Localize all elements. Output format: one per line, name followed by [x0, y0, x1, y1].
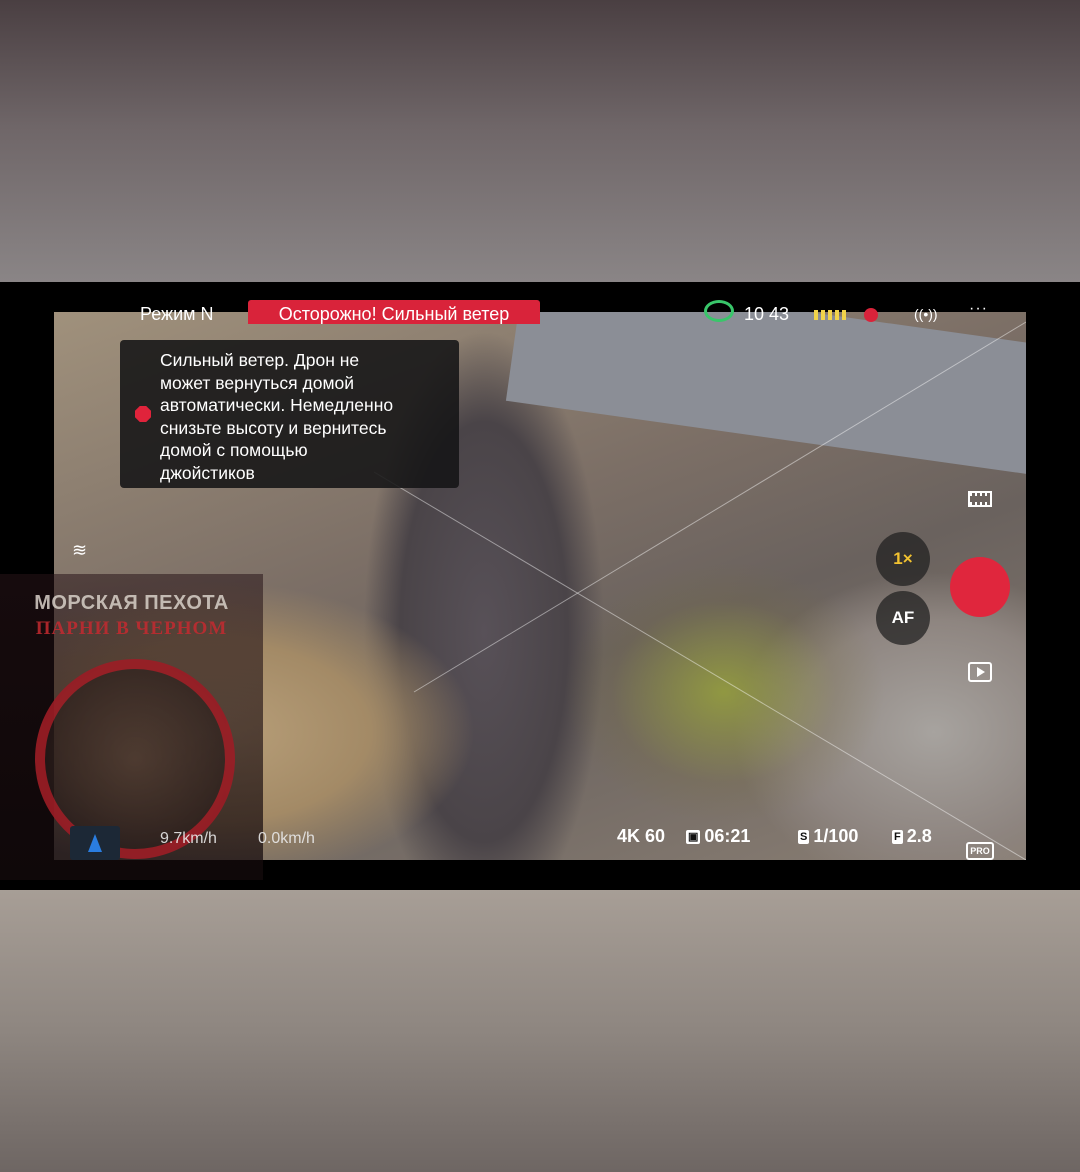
playback-icon[interactable] [968, 662, 992, 682]
pro-mode-button[interactable]: PRO [966, 842, 994, 860]
wifi-icon: ((•)) [914, 306, 938, 322]
more-options-icon[interactable]: ··· [969, 300, 988, 318]
aperture-value: 2.8 [906, 826, 932, 846]
storage-icon: ▣ [686, 830, 701, 844]
resolution-label: 4K 60 [617, 826, 666, 846]
camera-mode-icon[interactable] [968, 491, 992, 507]
shutter-speed[interactable]: S 1/100 [798, 826, 858, 847]
flight-time-label: 10 43 [744, 304, 790, 324]
vertical-speed: 0.0km/h [258, 830, 315, 847]
wind-alert-popup[interactable]: Сильный ветер. Дрон не может вернуться д… [120, 340, 459, 488]
horizontal-speed: 9.7km/h [160, 830, 217, 847]
flight-mode-label: Режим N [140, 304, 214, 324]
wind-icon: ≋ [72, 540, 88, 560]
watermark-subtitle: ПАРНИ В ЧЕРНОМ [35, 618, 228, 639]
aperture-badge: F [892, 830, 903, 844]
recording-indicator-icon [864, 308, 878, 322]
aperture[interactable]: F 2.8 [892, 826, 932, 847]
battery-icon [704, 300, 734, 322]
blurred-background-top [0, 0, 1080, 282]
top-status-bar: Режим N Осторожно! Сильный ветер 10 43 (… [54, 300, 1026, 324]
zoom-button[interactable]: 1× [876, 532, 930, 586]
record-button[interactable] [950, 557, 1010, 617]
blurred-background-bottom [0, 890, 1080, 1172]
autofocus-button[interactable]: AF [876, 591, 930, 645]
alert-warning-icon [135, 406, 151, 422]
watermark-title: МОРСКАЯ ПЕХОТА [34, 592, 229, 614]
signal-strength-icon [814, 310, 848, 320]
shutter-value: 1/100 [813, 826, 859, 846]
record-time: ▣ 06:21 [686, 826, 750, 847]
channel-watermark-logo: МОРСКАЯ ПЕХОТА ПАРНИ В ЧЕРНОМ [0, 574, 263, 880]
watermark-seal-emblem [35, 659, 235, 859]
compass-arrow-icon [70, 826, 120, 860]
wind-warning-banner[interactable]: Осторожно! Сильный ветер [248, 300, 540, 324]
alert-message: Сильный ветер. Дрон не может вернуться д… [160, 350, 394, 483]
record-time-value: 06:21 [704, 826, 751, 846]
shutter-badge: S [798, 830, 810, 844]
